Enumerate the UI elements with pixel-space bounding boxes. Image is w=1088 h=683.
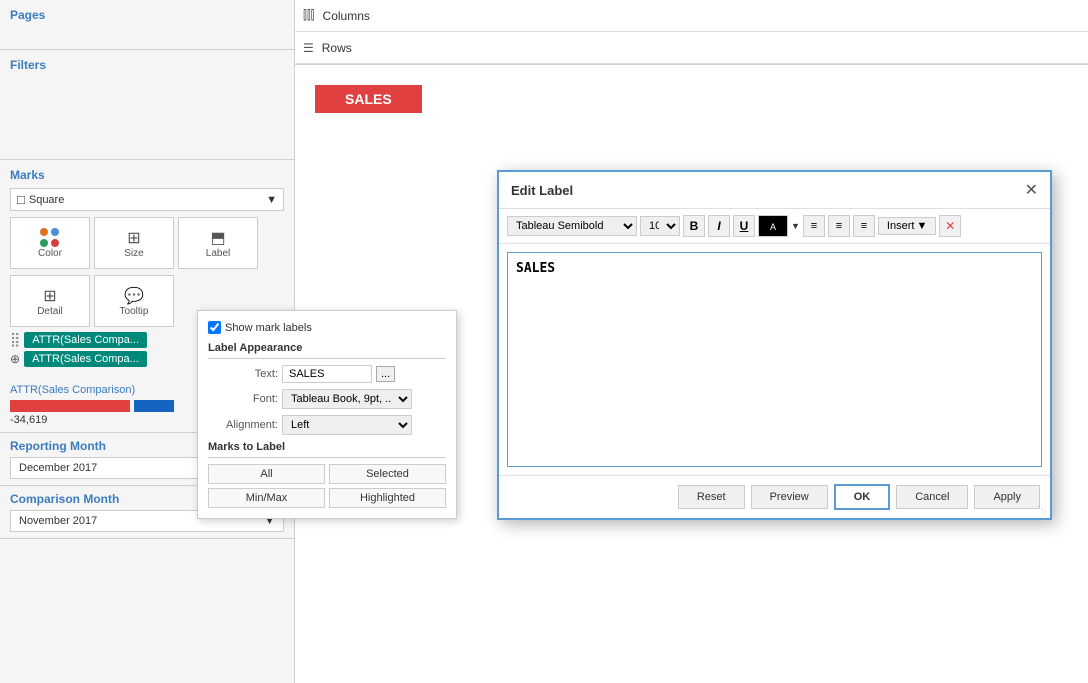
apply-button[interactable]: Apply (974, 485, 1040, 509)
color-picker-label: A (770, 222, 776, 232)
marks-label: Marks (10, 168, 284, 182)
attr-pill-1[interactable]: ATTR(Sales Compa... (24, 332, 147, 348)
bold-button[interactable]: B (683, 215, 705, 237)
label-button[interactable]: ⬒ Label (178, 217, 258, 269)
size-dropdown[interactable]: 10 (640, 216, 680, 236)
pages-label: Pages (10, 8, 284, 22)
font-dropdown[interactable]: Tableau Semibold (507, 216, 637, 236)
color-label: Color (38, 248, 62, 259)
minmax-option[interactable]: Min/Max (208, 488, 325, 508)
text-label: Text: (208, 368, 278, 380)
sales-badge-container: SALES (295, 65, 1088, 133)
alignment-select[interactable]: Left (282, 415, 412, 435)
underline-button[interactable]: U (733, 215, 755, 237)
reporting-month-value: December 2017 (19, 462, 97, 474)
columns-icon: ⫿⫿⫿ (303, 8, 315, 23)
preview-button[interactable]: Preview (751, 485, 828, 509)
insert-chevron: ▼ (916, 220, 927, 232)
square-icon: □ (17, 192, 25, 207)
filters-label: Filters (10, 58, 284, 72)
dialog-content: SALES (499, 244, 1050, 475)
align-left-button[interactable]: ≡ (803, 215, 825, 237)
bar-red (10, 400, 130, 412)
align-center-icon: ≡ (836, 220, 842, 232)
insert-label: Insert (887, 220, 915, 232)
selected-option[interactable]: Selected (329, 464, 446, 484)
tooltip-icon: 💬 (124, 286, 144, 306)
sales-badge: SALES (315, 85, 422, 113)
size-icon: ⊞ (127, 228, 140, 248)
columns-row: ⫿⫿⫿ Columns (295, 0, 1088, 32)
alignment-label: Alignment: (208, 419, 278, 431)
marks-to-label-section: Marks to Label All Selected Min/Max High… (208, 441, 446, 508)
size-button[interactable]: ⊞ Size (94, 217, 174, 269)
label-appearance-title: Label Appearance (208, 342, 446, 359)
marks-to-label-title: Marks to Label (208, 441, 446, 458)
font-select[interactable]: Tableau Book, 9pt, ... (282, 389, 412, 409)
text-editor[interactable]: SALES (507, 252, 1042, 467)
dialog-title: Edit Label (511, 183, 573, 198)
dialog-footer: Reset Preview OK Cancel Apply (499, 475, 1050, 518)
font-label: Font: (208, 393, 278, 405)
color-picker-button[interactable]: A (758, 215, 788, 237)
insert-button[interactable]: Insert ▼ (878, 217, 936, 235)
italic-button[interactable]: I (708, 215, 730, 237)
detail-icon: ⊞ (43, 286, 56, 306)
alignment-row: Alignment: Left (208, 415, 446, 435)
label-label: Label (206, 248, 230, 259)
rows-icon: ☰ (303, 41, 314, 55)
ok-button[interactable]: OK (834, 484, 891, 510)
font-row: Font: Tableau Book, 9pt, ... (208, 389, 446, 409)
show-mark-labels-checkbox[interactable] (208, 321, 221, 334)
marks-buttons-row1: Color ⊞ Size ⬒ Label (10, 217, 284, 269)
cancel-button[interactable]: Cancel (896, 485, 968, 509)
popup-header: Show mark labels (208, 321, 446, 334)
reset-button[interactable]: Reset (678, 485, 745, 509)
resize-icon: ⋱ (1038, 506, 1050, 514)
align-center-button[interactable]: ≡ (828, 215, 850, 237)
canvas-header: ⫿⫿⫿ Columns ☰ Rows (295, 0, 1088, 65)
detail-button[interactable]: ⊞ Detail (10, 275, 90, 327)
show-mark-labels-check[interactable]: Show mark labels (208, 321, 312, 334)
attr-prefix-2: ⊕ (10, 352, 20, 366)
chevron-down-icon: ▼ (266, 194, 277, 206)
dialog-titlebar: Edit Label ✕ (499, 172, 1050, 209)
label-icon: ⬒ (210, 228, 225, 248)
marks-grid: All Selected Min/Max Highlighted (208, 464, 446, 508)
size-label: Size (124, 248, 143, 259)
tooltip-button[interactable]: 💬 Tooltip (94, 275, 174, 327)
attr-prefix-1: ⣿ (10, 331, 20, 348)
color-bar (759, 232, 787, 236)
show-mark-labels-label: Show mark labels (225, 322, 312, 334)
all-option[interactable]: All (208, 464, 325, 484)
dialog-close-button[interactable]: ✕ (1025, 180, 1038, 200)
align-right-icon: ≡ (861, 220, 867, 232)
text-edit-button[interactable]: ... (376, 366, 395, 382)
comparison-month-value: November 2017 (19, 515, 97, 527)
align-right-button[interactable]: ≡ (853, 215, 875, 237)
rows-row: ☰ Rows (295, 32, 1088, 64)
bar-blue (134, 400, 174, 412)
label-appearance-popup: Show mark labels Label Appearance Text: … (197, 310, 457, 519)
color-button[interactable]: Color (10, 217, 90, 269)
color-icon (40, 228, 60, 248)
clear-button[interactable]: ✕ (939, 215, 961, 237)
marks-type-dropdown[interactable]: □ Square ▼ (10, 188, 284, 211)
marks-type-label: Square (29, 194, 64, 206)
text-input[interactable] (282, 365, 372, 383)
rows-label: Rows (322, 41, 352, 55)
edit-label-dialog: Edit Label ✕ Tableau Semibold 10 B I U A… (497, 170, 1052, 520)
filters-section: Filters (0, 50, 294, 160)
highlighted-option[interactable]: Highlighted (329, 488, 446, 508)
attr-pill-2[interactable]: ATTR(Sales Compa... (24, 351, 147, 367)
columns-label: Columns (323, 9, 370, 23)
text-row: Text: ... (208, 365, 446, 383)
detail-label: Detail (37, 306, 63, 317)
pages-section: Pages (0, 0, 294, 50)
color-chevron[interactable]: ▼ (791, 221, 800, 231)
resize-handle[interactable]: ⋱ (1038, 506, 1050, 518)
align-left-icon: ≡ (811, 220, 817, 232)
dialog-toolbar: Tableau Semibold 10 B I U A ▼ ≡ ≡ ≡ Inse… (499, 209, 1050, 244)
tooltip-label: Tooltip (120, 306, 149, 317)
